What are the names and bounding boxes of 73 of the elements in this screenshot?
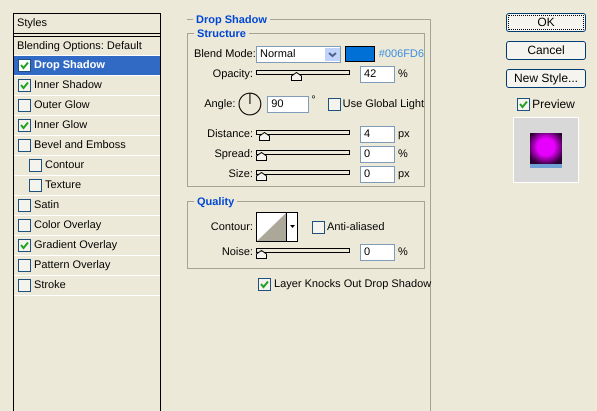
angle-label: Angle: <box>203 96 236 112</box>
degree-label: ° <box>311 93 316 108</box>
style-list-item[interactable]: Color Overlay <box>14 216 160 236</box>
slider-label: Size: <box>228 166 254 182</box>
checkbox[interactable] <box>18 219 31 232</box>
value-field[interactable]: 0 <box>360 146 395 162</box>
style-list-item[interactable]: Outer Glow <box>14 96 160 116</box>
checkbox[interactable] <box>18 259 31 272</box>
color-swatch[interactable] <box>345 46 375 62</box>
checkbox[interactable] <box>18 59 31 72</box>
slider[interactable] <box>256 147 350 161</box>
contour-label: Contour: <box>210 220 254 235</box>
unit-label: % <box>398 66 408 82</box>
dialog-button[interactable]: OK <box>506 13 586 32</box>
checkbox[interactable] <box>18 279 31 292</box>
checkbox-label: Layer Knocks Out Drop Shadow <box>274 277 432 292</box>
checkmark-icon <box>260 280 269 289</box>
style-list-item[interactable]: Bevel and Emboss <box>14 136 160 156</box>
dialog-button[interactable]: New Style... <box>506 69 586 88</box>
slider-label: Noise: <box>220 244 254 260</box>
checkbox-label: Anti-aliased <box>327 220 384 235</box>
checkbox[interactable] <box>312 220 325 234</box>
checkbox[interactable] <box>29 179 42 192</box>
value-field[interactable]: 4 <box>360 126 395 142</box>
checkbox[interactable] <box>18 119 31 132</box>
unit-label: px <box>398 126 410 142</box>
value-field[interactable]: 0 <box>360 244 395 260</box>
checkbox[interactable] <box>517 98 530 110</box>
style-list-item[interactable]: Satin <box>14 196 160 216</box>
group-title: Quality <box>194 194 238 210</box>
style-list-item[interactable]: Stroke <box>14 276 160 296</box>
unit-label: % <box>398 146 408 162</box>
checkbox[interactable] <box>18 199 31 212</box>
slider[interactable] <box>256 127 350 141</box>
style-list-item[interactable]: Drop Shadow <box>14 56 160 76</box>
style-list-item[interactable]: Inner Shadow <box>14 76 160 96</box>
styles-header: Styles <box>14 14 160 34</box>
slider-label: Spread: <box>213 146 254 162</box>
unit-label: % <box>398 244 408 260</box>
style-list-item[interactable]: Contour <box>14 156 160 176</box>
checkbox[interactable] <box>18 139 31 152</box>
preview-swatch <box>530 132 562 168</box>
checkbox[interactable] <box>18 99 31 112</box>
value-field[interactable]: 42 <box>360 66 395 82</box>
checkbox-label: Preview <box>532 96 575 113</box>
style-list-item[interactable]: Inner Glow <box>14 116 160 136</box>
checkmark-icon <box>20 241 29 250</box>
slider[interactable] <box>256 245 350 259</box>
checkbox[interactable] <box>328 98 341 110</box>
slider-label: Distance: <box>206 126 254 142</box>
slider-label: Opacity: <box>212 66 254 82</box>
style-list-item[interactable]: Pattern Overlay <box>14 256 160 276</box>
checkbox-label: Use Global Light <box>342 96 424 112</box>
color-hex-label: #006FD6 <box>378 46 424 62</box>
value-field[interactable]: 0 <box>360 166 395 182</box>
checkmark-icon <box>20 81 29 90</box>
blend-mode-label: Blend Mode: <box>194 46 256 62</box>
unit-label: px <box>398 166 410 182</box>
checkbox[interactable] <box>18 239 31 252</box>
checkbox[interactable] <box>258 278 271 291</box>
value-field[interactable]: 90 <box>267 96 310 112</box>
style-list-item[interactable]: Texture <box>14 176 160 196</box>
checkbox[interactable] <box>29 159 42 172</box>
slider[interactable] <box>256 67 350 81</box>
slider[interactable] <box>256 167 350 181</box>
blend-mode-dropdown[interactable]: Normal <box>256 46 342 62</box>
contour-picker[interactable] <box>256 212 298 242</box>
checkmark-icon <box>20 61 29 70</box>
dialog-button[interactable]: Cancel <box>506 41 586 60</box>
style-list-item[interactable]: Gradient Overlay <box>14 236 160 256</box>
checkmark-icon <box>20 121 29 130</box>
checkmark-icon <box>519 100 528 108</box>
checkbox[interactable] <box>18 79 31 92</box>
